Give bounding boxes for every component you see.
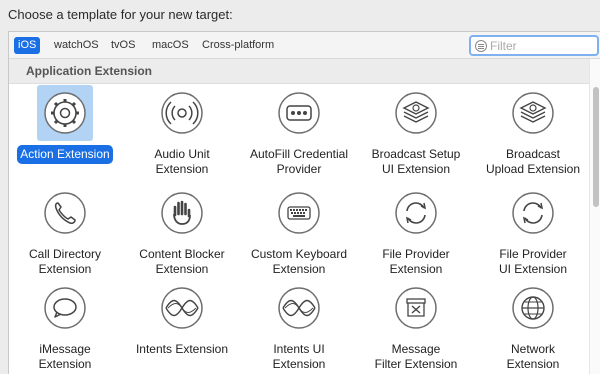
template-label: iMessage Extension: [38, 342, 92, 371]
template-message-filter-extension[interactable]: Message Filter Extension: [363, 280, 473, 372]
vertical-scrollbar[interactable]: [589, 59, 600, 374]
template-network-extension[interactable]: Network Extension: [480, 280, 590, 372]
template-imessage-extension[interactable]: iMessage Extension: [12, 280, 122, 372]
tab-ios[interactable]: iOS: [14, 37, 41, 54]
tab-macos[interactable]: macOS: [148, 37, 193, 54]
template-label: Broadcast Upload Extension: [485, 147, 581, 176]
template-file-provider-ui-extension[interactable]: File Provider UI Extension: [480, 185, 590, 277]
template-custom-keyboard-extension[interactable]: Custom Keyboard Extension: [246, 185, 356, 277]
tab-tvos[interactable]: tvOS: [107, 37, 139, 54]
template-label: Action Extension: [17, 145, 113, 164]
scrollbar-thumb[interactable]: [593, 87, 599, 207]
broadcast-icon: [395, 92, 437, 134]
intents-icon: [278, 287, 320, 329]
message-icon: [44, 287, 86, 329]
template-intents-ui-extension[interactable]: Intents UI Extension: [246, 280, 356, 372]
template-label: AutoFill Credential Provider: [249, 147, 349, 176]
tab-watchos[interactable]: watchOS: [50, 37, 103, 54]
audio-wave-icon: [161, 92, 203, 134]
template-label: Call Directory Extension: [28, 247, 101, 276]
keyboard-icon: [278, 192, 320, 234]
filter-tray-icon: [395, 287, 437, 329]
broadcast-icon: [512, 92, 554, 134]
section-header: Application Extension: [9, 59, 589, 84]
filter-field[interactable]: [469, 35, 599, 56]
template-label: File Provider UI Extension: [498, 247, 568, 276]
template-label: Custom Keyboard Extension: [250, 247, 348, 276]
template-label: Intents UI Extension: [272, 342, 326, 371]
template-broadcast-setup-ui-extension[interactable]: Broadcast Setup UI Extension: [363, 85, 473, 177]
globe-icon: [512, 287, 554, 329]
template-call-directory-extension[interactable]: Call Directory Extension: [12, 185, 122, 277]
template-label: Network Extension: [506, 342, 560, 371]
template-label: Broadcast Setup UI Extension: [371, 147, 461, 176]
tab-cross-platform[interactable]: Cross-platform: [198, 37, 278, 54]
template-broadcast-upload-extension[interactable]: Broadcast Upload Extension: [480, 85, 590, 177]
template-intents-extension[interactable]: Intents Extension: [129, 280, 239, 372]
dialog-prompt: Choose a template for your new target:: [8, 7, 233, 22]
password-icon: [278, 92, 320, 134]
sync-icon: [512, 192, 554, 234]
sync-icon: [395, 192, 437, 234]
template-label: Intents Extension: [135, 342, 229, 356]
platform-tab-bar: iOS watchOS tvOS macOS Cross-platform: [9, 32, 600, 59]
template-file-provider-extension[interactable]: File Provider Extension: [363, 185, 473, 277]
template-content-blocker-extension[interactable]: Content Blocker Extension: [129, 185, 239, 277]
template-label: File Provider Extension: [382, 247, 450, 276]
filter-input[interactable]: [490, 38, 594, 53]
template-label: Message Filter Extension: [374, 342, 458, 371]
template-chooser: iOS watchOS tvOS macOS Cross-platform Ap…: [8, 31, 600, 374]
template-label: Content Blocker Extension: [139, 247, 225, 276]
intents-icon: [161, 287, 203, 329]
filter-icon: [475, 40, 487, 52]
template-autofill-credential-provider[interactable]: AutoFill Credential Provider: [246, 85, 356, 177]
template-audio-unit-extension[interactable]: Audio Unit Extension: [129, 85, 239, 177]
hand-icon: [161, 192, 203, 234]
gear-icon: [44, 92, 86, 134]
phone-icon: [44, 192, 86, 234]
template-label: Audio Unit Extension: [154, 147, 210, 176]
template-action-extension[interactable]: Action Extension: [12, 85, 122, 177]
